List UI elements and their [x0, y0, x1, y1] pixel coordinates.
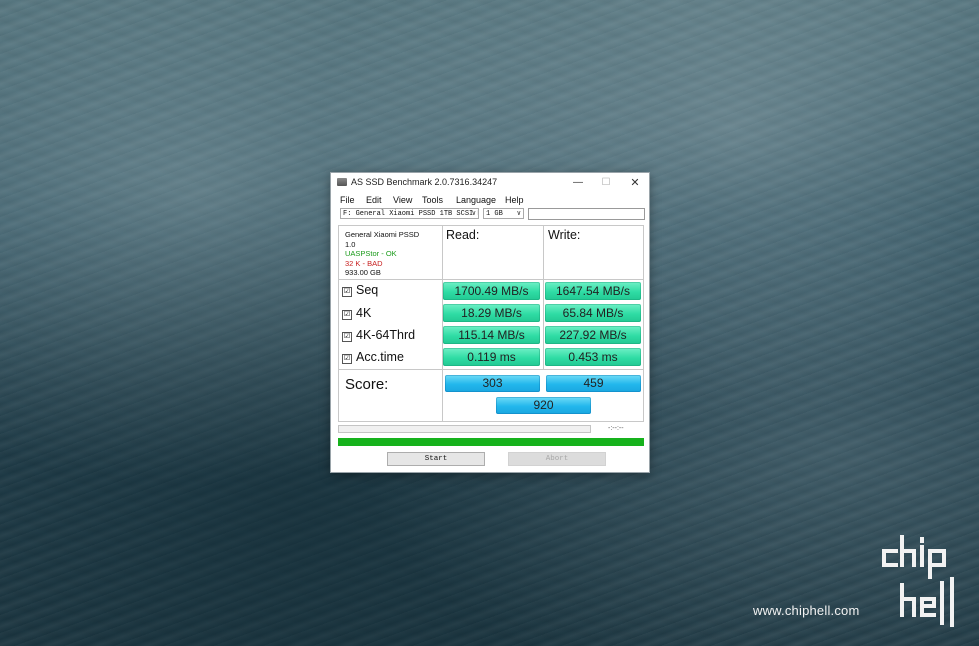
test-row-4k[interactable]: ☑ 4K	[342, 306, 371, 320]
chevron-down-icon: ∨	[471, 210, 476, 218]
checkbox[interactable]: ☑	[342, 310, 352, 320]
title-bar[interactable]: AS SSD Benchmark 2.0.7316.34247 — ☐ ✕	[331, 173, 649, 193]
acctime-read-result: 0.119 ms	[443, 348, 540, 366]
write-score: 459	[546, 375, 641, 392]
results-grid: General Xiaomi PSSD 1.0 UASPStor - OK 32…	[338, 225, 644, 422]
driver-status: UASPStor - OK	[345, 249, 397, 258]
maximize-button[interactable]: ☐	[593, 175, 619, 191]
score-label: Score:	[345, 376, 389, 393]
abort-button[interactable]: Abort	[508, 452, 606, 466]
as-ssd-window: AS SSD Benchmark 2.0.7316.34247 — ☐ ✕ Fi…	[330, 172, 650, 473]
4k64-write-result: 227.92 MB/s	[545, 326, 641, 344]
drive-capacity: 933.00 GB	[345, 268, 381, 277]
drive-name: General Xiaomi PSSD	[345, 230, 420, 239]
selector-row: F: General Xiaomi PSSD 1TB SCSI D ∨ 1 GB…	[331, 207, 649, 223]
write-header: Write:	[548, 228, 581, 242]
4k64-read-result: 115.14 MB/s	[443, 326, 540, 344]
size-select-value: 1 GB	[486, 210, 503, 218]
divider	[339, 279, 643, 280]
test-label: 4K	[356, 306, 372, 320]
test-label: Acc.time	[356, 350, 404, 364]
test-label: Seq	[356, 283, 379, 297]
read-header: Read:	[446, 228, 480, 242]
start-button[interactable]: Start	[387, 452, 485, 466]
acctime-write-result: 0.453 ms	[545, 348, 641, 366]
close-button[interactable]: ✕	[622, 175, 648, 191]
4k-write-result: 65.84 MB/s	[545, 304, 641, 322]
checkbox[interactable]: ☑	[342, 354, 352, 364]
menu-edit[interactable]: Edit	[366, 195, 382, 205]
menu-language[interactable]: Language	[456, 195, 496, 205]
seq-write-result: 1647.54 MB/s	[545, 282, 641, 300]
test-row-4k-64thrd[interactable]: ☑ 4K-64Thrd	[342, 328, 415, 342]
test-label: 4K-64Thrd	[356, 328, 416, 342]
elapsed-time: -:--:--	[608, 425, 624, 432]
divider	[543, 226, 544, 369]
checkbox[interactable]: ☑	[342, 287, 352, 297]
seq-read-result: 1700.49 MB/s	[443, 282, 540, 300]
overall-progress-bar	[338, 438, 644, 446]
menu-bar: File Edit View Tools Language Help	[331, 193, 649, 207]
divider	[442, 226, 443, 421]
read-score: 303	[445, 375, 540, 392]
chevron-down-icon: ∨	[516, 210, 521, 218]
progress-track	[338, 425, 591, 433]
checkbox[interactable]: ☑	[342, 332, 352, 342]
app-icon	[337, 178, 347, 186]
menu-help[interactable]: Help	[505, 195, 524, 205]
menu-view[interactable]: View	[393, 195, 412, 205]
drive-firmware: 1.0	[345, 239, 356, 249]
divider	[339, 369, 643, 370]
test-row-seq[interactable]: ☑ Seq	[342, 283, 378, 297]
extra-input[interactable]	[528, 208, 645, 220]
minimize-button[interactable]: —	[565, 175, 591, 191]
size-select[interactable]: 1 GB ∨	[483, 208, 524, 219]
menu-tools[interactable]: Tools	[422, 195, 443, 205]
4k-read-result: 18.29 MB/s	[443, 304, 540, 322]
window-title: AS SSD Benchmark 2.0.7316.34247	[351, 177, 498, 187]
chiphell-logo	[882, 535, 954, 627]
watermark-url: www.chiphell.com	[753, 603, 860, 618]
drive-info: General Xiaomi PSSD 1.0 UASPStor - OK 32…	[345, 230, 419, 278]
total-score: 920	[496, 397, 591, 414]
alignment-status: 32 K - BAD	[345, 258, 383, 268]
drive-select-value: F: General Xiaomi PSSD 1TB SCSI D	[343, 210, 479, 218]
test-row-acc-time[interactable]: ☑ Acc.time	[342, 350, 404, 364]
drive-select[interactable]: F: General Xiaomi PSSD 1TB SCSI D ∨	[340, 208, 479, 219]
menu-file[interactable]: File	[340, 195, 355, 205]
